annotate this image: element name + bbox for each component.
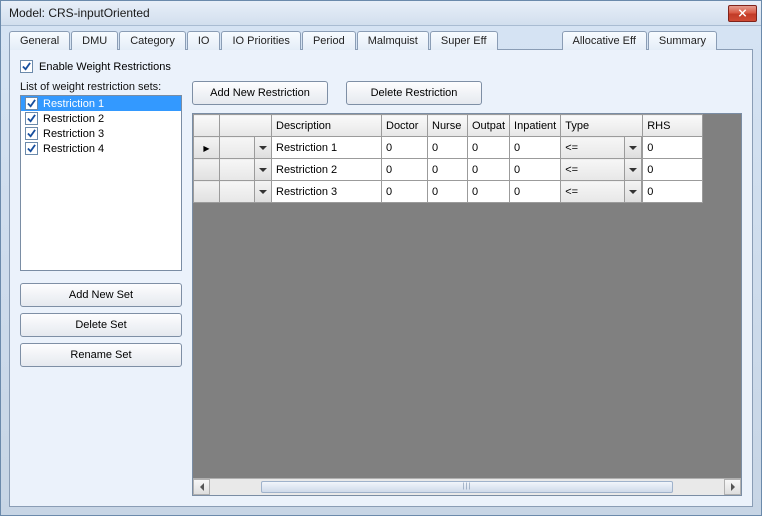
tab-super-eff[interactable]: Super Eff: [430, 31, 498, 50]
chevron-down-icon: [624, 159, 641, 180]
tab-panel: Enable Weight Restrictions List of weigh…: [9, 49, 753, 507]
cell-outpat[interactable]: 0: [468, 137, 510, 159]
titlebar: Model: CRS-inputOriented: [1, 1, 761, 26]
row-select-dropdown[interactable]: [220, 137, 272, 159]
restriction-sets-listbox[interactable]: Restriction 1 Restriction 2 Restriction …: [20, 95, 182, 271]
tab-category[interactable]: Category: [119, 31, 186, 50]
cell-type-value: <=: [561, 164, 578, 176]
row-select-dropdown[interactable]: [220, 159, 272, 181]
col-header-blank[interactable]: [220, 115, 272, 137]
cell-type-dropdown[interactable]: <=: [561, 181, 642, 203]
close-button[interactable]: [728, 5, 757, 22]
col-header-outpat[interactable]: Outpat: [468, 115, 510, 137]
tab-io-priorities[interactable]: IO Priorities: [221, 31, 300, 50]
list-item-checkbox[interactable]: [25, 112, 38, 125]
chevron-down-icon: [624, 181, 641, 202]
col-header-nurse[interactable]: Nurse: [428, 115, 468, 137]
add-new-set-button[interactable]: Add New Set: [20, 283, 182, 307]
cell-inpatient[interactable]: 0: [510, 159, 561, 181]
scroll-thumb[interactable]: [261, 481, 672, 493]
cell-rhs[interactable]: 0: [643, 137, 703, 159]
tab-io[interactable]: IO: [187, 31, 221, 50]
list-item[interactable]: Restriction 3: [21, 126, 181, 141]
right-column: Add New Restriction Delete Restriction D…: [192, 81, 742, 496]
cell-type-dropdown[interactable]: <=: [561, 159, 642, 181]
list-item-checkbox[interactable]: [25, 127, 38, 140]
cell-type-value: <=: [561, 142, 578, 154]
main-area: List of weight restriction sets: Restric…: [20, 81, 742, 496]
cell-doctor[interactable]: 0: [382, 159, 428, 181]
cell-rhs[interactable]: 0: [643, 159, 703, 181]
tab-bar: General DMU Category IO IO Priorities Pe…: [1, 26, 761, 49]
table-row[interactable]: Restriction 2 0 0 0 0 <= 0: [194, 159, 703, 181]
delete-set-button[interactable]: Delete Set: [20, 313, 182, 337]
window-title: Model: CRS-inputOriented: [9, 6, 728, 20]
list-item-checkbox[interactable]: [25, 142, 38, 155]
row-select-dropdown[interactable]: [220, 181, 272, 203]
delete-restriction-button[interactable]: Delete Restriction: [346, 81, 482, 105]
table-row[interactable]: Restriction 3 0 0 0 0 <= 0: [194, 181, 703, 203]
col-header-type[interactable]: Type: [561, 115, 643, 137]
list-item[interactable]: Restriction 1: [21, 96, 181, 111]
enable-weight-restrictions-label: Enable Weight Restrictions: [39, 61, 171, 73]
horizontal-scrollbar[interactable]: [193, 478, 741, 495]
chevron-down-icon: [254, 159, 271, 180]
left-column: List of weight restriction sets: Restric…: [20, 81, 182, 496]
rename-set-button[interactable]: Rename Set: [20, 343, 182, 367]
chevron-down-icon: [254, 137, 271, 158]
enable-weight-restrictions-row: Enable Weight Restrictions: [20, 60, 742, 73]
list-item-label: Restriction 1: [43, 98, 104, 110]
enable-weight-restrictions-checkbox[interactable]: [20, 60, 33, 73]
tab-period[interactable]: Period: [302, 31, 356, 50]
cell-description[interactable]: Restriction 2: [272, 159, 382, 181]
table-row[interactable]: Restriction 1 0 0 0 0 <= 0: [194, 137, 703, 159]
col-header-inpatient[interactable]: Inpatient: [510, 115, 561, 137]
list-item-checkbox[interactable]: [25, 97, 38, 110]
cell-outpat[interactable]: 0: [468, 159, 510, 181]
restriction-sets-label: List of weight restriction sets:: [20, 81, 182, 93]
scroll-right-button[interactable]: [724, 479, 741, 495]
grid-header-row: Description Doctor Nurse Outpat Inpatien…: [194, 115, 703, 137]
add-new-restriction-button[interactable]: Add New Restriction: [192, 81, 328, 105]
cell-doctor[interactable]: 0: [382, 181, 428, 203]
col-header-doctor[interactable]: Doctor: [382, 115, 428, 137]
cell-type-dropdown[interactable]: <=: [561, 137, 642, 159]
tab-allocative-eff[interactable]: Allocative Eff: [562, 31, 647, 50]
tab-dmu[interactable]: DMU: [71, 31, 118, 50]
grid-corner: [194, 115, 220, 137]
list-item[interactable]: Restriction 2: [21, 111, 181, 126]
row-header[interactable]: [194, 159, 220, 181]
cell-inpatient[interactable]: 0: [510, 181, 561, 203]
cell-rhs[interactable]: 0: [643, 181, 703, 203]
window: Model: CRS-inputOriented General DMU Cat…: [0, 0, 762, 516]
cell-outpat[interactable]: 0: [468, 181, 510, 203]
cell-inpatient[interactable]: 0: [510, 137, 561, 159]
cell-doctor[interactable]: 0: [382, 137, 428, 159]
scroll-track[interactable]: [210, 481, 724, 493]
col-header-description[interactable]: Description: [272, 115, 382, 137]
row-header[interactable]: [194, 181, 220, 203]
close-icon: [738, 9, 747, 17]
list-item-label: Restriction 3: [43, 128, 104, 140]
cell-nurse[interactable]: 0: [428, 137, 468, 159]
list-item[interactable]: Restriction 4: [21, 141, 181, 156]
restrictions-grid[interactable]: Description Doctor Nurse Outpat Inpatien…: [192, 113, 742, 496]
cell-nurse[interactable]: 0: [428, 181, 468, 203]
tab-malmquist[interactable]: Malmquist: [357, 31, 429, 50]
tab-general[interactable]: General: [9, 31, 70, 50]
chevron-down-icon: [624, 137, 641, 158]
cell-type-value: <=: [561, 186, 578, 198]
col-header-rhs[interactable]: RHS: [643, 115, 703, 137]
chevron-down-icon: [254, 181, 271, 202]
list-item-label: Restriction 4: [43, 143, 104, 155]
tab-summary[interactable]: Summary: [648, 31, 717, 50]
cell-description[interactable]: Restriction 3: [272, 181, 382, 203]
list-item-label: Restriction 2: [43, 113, 104, 125]
row-header[interactable]: [194, 137, 220, 159]
restriction-buttons: Add New Restriction Delete Restriction: [192, 81, 742, 105]
scroll-left-button[interactable]: [193, 479, 210, 495]
cell-nurse[interactable]: 0: [428, 159, 468, 181]
cell-description[interactable]: Restriction 1: [272, 137, 382, 159]
